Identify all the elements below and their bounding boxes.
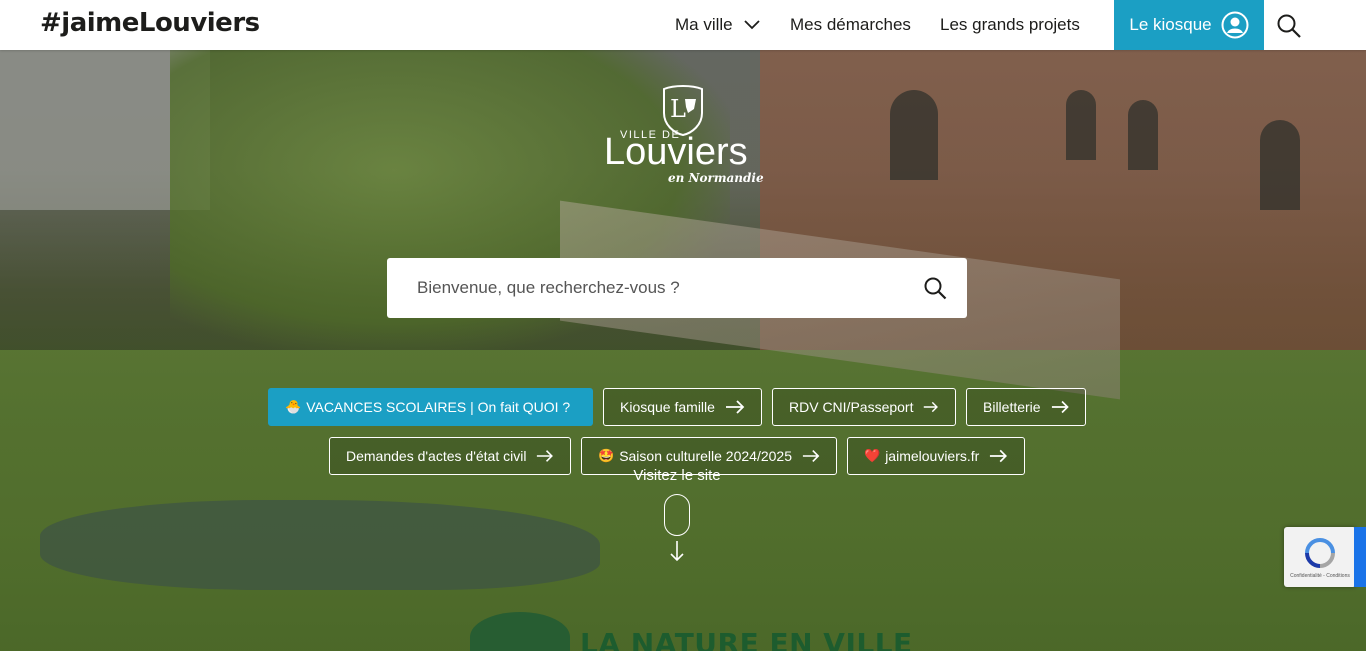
city-logo: L VILLE DE Louviers en Normandie [600, 85, 766, 195]
recaptcha-edge [1354, 527, 1366, 587]
nav-item-label: Les grands projets [940, 15, 1080, 34]
quick-link-label: Billetterie [983, 399, 1041, 415]
svg-text:L: L [670, 95, 686, 123]
quick-link-billetterie[interactable]: Billetterie [966, 388, 1086, 426]
search-icon[interactable] [923, 276, 947, 300]
logo-city-name: Louviers [604, 131, 748, 173]
recaptcha-badge[interactable]: Confidentialité - Conditions [1284, 527, 1356, 587]
search-input[interactable] [417, 278, 923, 298]
quick-link-label: VACANCES SCOLAIRES | On fait QUOI ? [306, 399, 571, 415]
user-account-icon [1221, 11, 1249, 39]
logo-region: en Normandie [668, 171, 764, 185]
quick-link-label: Kiosque famille [620, 399, 715, 415]
nav-item-ma-ville[interactable]: Ma ville [675, 0, 761, 50]
heart-emoji-icon: ❤️ [864, 448, 881, 463]
arrow-right-icon [537, 450, 554, 462]
site-header: #jaimeLouviers Ma ville Mes démarches Le… [0, 0, 1366, 50]
quick-link-kiosque-famille[interactable]: Kiosque famille [603, 388, 762, 426]
visit-site-label: Visitez le site [633, 467, 721, 484]
kiosque-label: Le kiosque [1129, 15, 1212, 34]
quick-link-label: jaimelouviers.fr [885, 448, 980, 464]
search-icon[interactable] [1276, 13, 1302, 39]
chick-emoji-icon: 🐣 [285, 399, 302, 414]
scroll-mouse-icon[interactable] [664, 494, 690, 536]
arrow-right-icon [924, 401, 939, 413]
chevron-down-icon [743, 20, 760, 30]
recaptcha-terms[interactable]: Confidentialité - Conditions [1286, 573, 1354, 579]
nav-item-label: Mes démarches [790, 15, 911, 34]
arrow-right-icon [1051, 400, 1069, 414]
arrow-right-icon [990, 449, 1008, 463]
quick-link-label: RDV CNI/Passeport [789, 399, 914, 415]
quick-link-label: Saison culturelle 2024/2025 [619, 448, 792, 464]
quick-link-vacances[interactable]: 🐣 VACANCES SCOLAIRES | On fait QUOI ? [268, 388, 593, 426]
quick-link-rdv-cni[interactable]: RDV CNI/Passeport [772, 388, 956, 426]
nav-item-mes-demarches[interactable]: Mes démarches [790, 0, 911, 50]
quick-link-label: Demandes d'actes d'état civil [346, 448, 527, 464]
nav-item-grands-projets[interactable]: Les grands projets [940, 0, 1080, 50]
arrow-down-icon[interactable] [669, 540, 685, 562]
arrow-right-icon [725, 400, 745, 414]
star-struck-emoji-icon: 🤩 [598, 448, 615, 463]
recaptcha-icon [1305, 538, 1335, 568]
kiosque-button[interactable]: Le kiosque [1114, 0, 1264, 50]
nature-banner-title: LA NATURE EN VILLE [580, 627, 913, 651]
hero-search-bar [387, 258, 967, 318]
site-brand[interactable]: #jaimeLouviers [40, 8, 260, 38]
arrow-right-icon [802, 450, 820, 462]
nav-item-label: Ma ville [675, 15, 733, 34]
